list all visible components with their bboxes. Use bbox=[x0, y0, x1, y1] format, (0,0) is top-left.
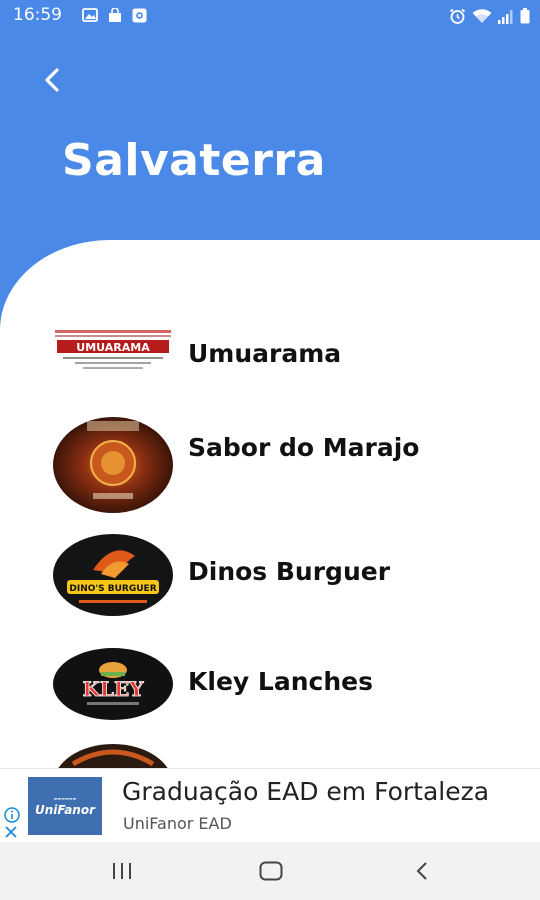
ad-logo[interactable]: ▬▬▬▬▬▬ UniFanor bbox=[28, 777, 102, 835]
ad-title[interactable]: Graduação EAD em Fortaleza bbox=[122, 777, 489, 806]
restaurant-name: Kley Lanches bbox=[188, 667, 373, 696]
alarm-icon bbox=[449, 8, 466, 24]
back-nav-icon bbox=[416, 862, 427, 880]
sabor-do-marajo-logo-image bbox=[53, 417, 173, 513]
kley-lanches-logo: KLEY bbox=[53, 648, 173, 720]
recent-apps-icon bbox=[113, 863, 131, 879]
kley-lanches-logo-text: KLEY bbox=[83, 677, 145, 701]
info-icon[interactable] bbox=[4, 807, 20, 823]
status-bar: 16:59 bbox=[0, 0, 540, 30]
system-icons bbox=[449, 8, 530, 24]
ad-banner[interactable]: ▬▬▬▬▬▬ UniFanor Graduação EAD em Fortale… bbox=[0, 768, 540, 842]
signal-icon bbox=[498, 10, 513, 24]
restaurant-name: Dinos Burguer bbox=[188, 557, 391, 586]
umuarama-logo-text: UMUARAMA bbox=[76, 341, 150, 354]
close-icon[interactable] bbox=[4, 825, 18, 839]
partial-logo-image bbox=[53, 744, 173, 768]
wifi-icon bbox=[472, 9, 492, 23]
restaurant-name: Sabor do Marajo bbox=[188, 433, 420, 462]
bag-icon bbox=[109, 8, 121, 22]
restaurant-list[interactable]: UMUARAMA Umuarama Sabor do Marajo DINO'S… bbox=[0, 300, 540, 768]
umuarama-logo: UMUARAMA bbox=[53, 328, 173, 398]
partial-logo bbox=[53, 744, 173, 768]
dinos-burguer-logo-text: DINO'S BURGUER bbox=[69, 584, 156, 594]
navigation-bar bbox=[0, 842, 540, 900]
back-button[interactable] bbox=[30, 58, 74, 102]
ad-logo-text: UniFanor bbox=[34, 802, 96, 817]
home-icon bbox=[259, 861, 283, 881]
list-item-sabor-do-marajo[interactable]: Sabor do Marajo bbox=[0, 412, 540, 522]
dinos-burguer-logo-image: DINO'S BURGUER bbox=[53, 534, 173, 616]
dinos-burguer-logo: DINO'S BURGUER bbox=[53, 534, 173, 616]
status-time: 16:59 bbox=[13, 5, 62, 25]
app-icon bbox=[132, 8, 147, 23]
page-title: Salvaterra bbox=[62, 135, 326, 186]
chevron-left-icon bbox=[45, 68, 59, 92]
list-item-partial[interactable] bbox=[0, 744, 540, 768]
ad-logo-tagline: ▬▬▬▬▬▬ bbox=[53, 795, 77, 801]
list-item-umuarama[interactable]: UMUARAMA Umuarama bbox=[0, 308, 540, 408]
battery-icon bbox=[520, 8, 530, 24]
umuarama-logo-image: UMUARAMA bbox=[53, 328, 173, 378]
recent-apps-button[interactable] bbox=[102, 856, 142, 886]
restaurant-name: Umuarama bbox=[188, 339, 342, 368]
list-item-dinos-burguer[interactable]: DINO'S BURGUER Dinos Burguer bbox=[0, 532, 540, 632]
sabor-do-marajo-logo bbox=[53, 417, 173, 513]
home-button[interactable] bbox=[251, 856, 291, 886]
list-item-kley-lanches[interactable]: KLEY Kley Lanches bbox=[0, 646, 540, 746]
image-icon bbox=[82, 8, 98, 22]
kley-lanches-logo-image: KLEY bbox=[53, 648, 173, 720]
back-nav-button[interactable] bbox=[402, 856, 442, 886]
notification-icons bbox=[82, 8, 147, 23]
ad-subtitle[interactable]: UniFanor EAD bbox=[123, 814, 232, 833]
